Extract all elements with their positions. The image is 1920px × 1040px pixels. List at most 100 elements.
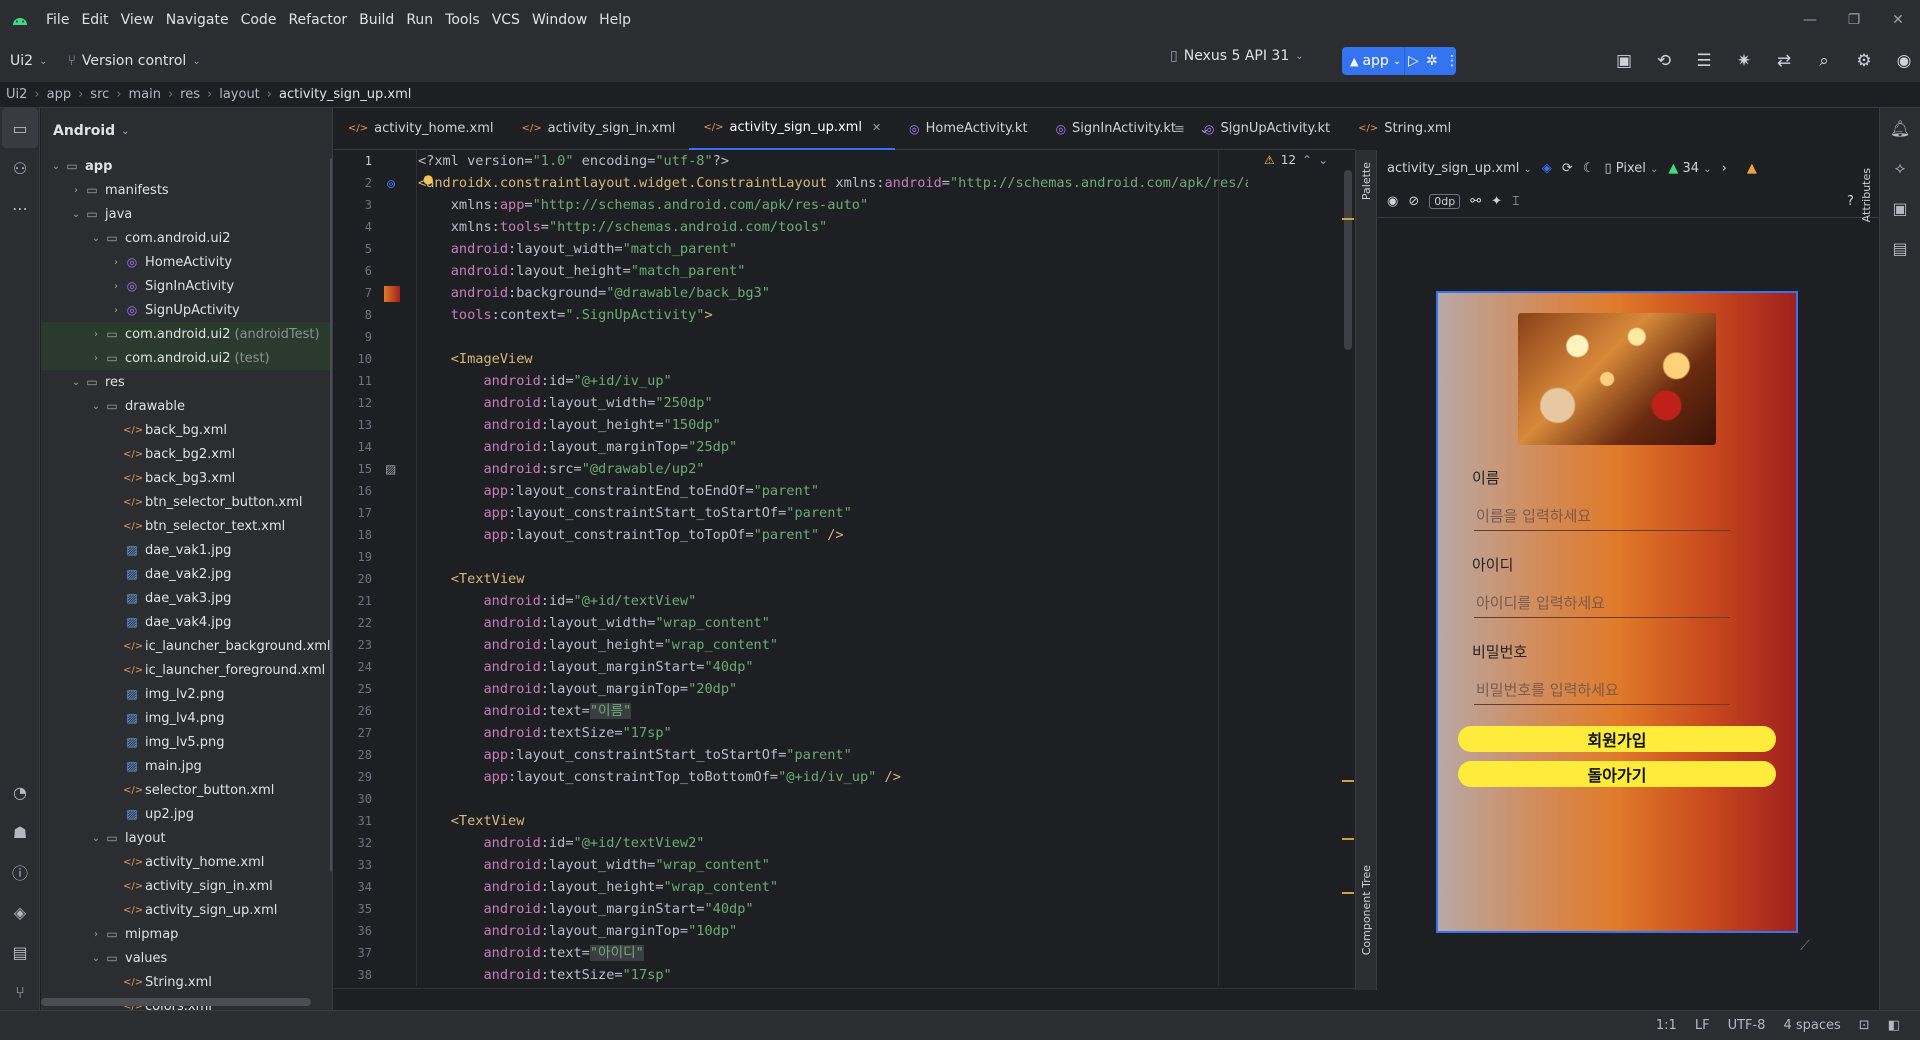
gemini-icon[interactable]: ⟡ [1880,148,1920,188]
notifications-icon[interactable]: 🔔︎ [1880,108,1920,148]
chevron-right-icon[interactable]: › [1722,161,1727,176]
more-tools-icon[interactable]: ⋯ [0,188,40,228]
phone-preview[interactable]: 이름 이름을 입력하세요 아이디 아이디를 입력하세요 비밀번호 비밀번호를 입… [1436,291,1798,933]
tree-item[interactable]: </> activity_sign_in.xml [41,874,332,898]
tree-item[interactable]: </> activity_home.xml [41,850,332,874]
tree-item[interactable]: ▨ dae_vak1.jpg [41,538,332,562]
tree-item[interactable]: ▨ dae_vak3.jpg [41,586,332,610]
editor-tab[interactable]: </> String.xml [1344,108,1465,150]
tree-item[interactable]: ▨ dae_vak2.jpg [41,562,332,586]
design-surface-icon[interactable]: ◈ [1542,161,1552,176]
breadcrumb-item[interactable]: Ui2 [6,87,27,102]
chevron-down-icon[interactable]: ⌄ [89,233,103,244]
name-field[interactable]: 이름을 입력하세요 [1474,501,1730,531]
indent-setting[interactable]: 4 spaces [1783,1018,1840,1033]
search-icon[interactable]: ⌕ [1804,51,1844,71]
tree-item[interactable]: › ▭ com.android.ui2 (test) [41,346,332,370]
more-actions-icon[interactable]: ⋮ [1445,53,1459,69]
close-window-icon[interactable]: ✕ [1876,0,1920,40]
tree-item[interactable]: </> String.xml [41,970,332,994]
default-margin-select[interactable]: 0dp [1429,193,1461,209]
chevron-right-icon[interactable]: › [89,353,103,364]
tree-item[interactable]: › ◎ SignInActivity [41,274,332,298]
editor-tab[interactable]: ◎ HomeActivity.kt [895,108,1041,150]
sync-icon[interactable]: ⇄ [1764,51,1804,71]
editor-scrollbar[interactable] [1344,170,1352,350]
chevron-up-icon[interactable]: ⌃ [1302,153,1312,167]
debug-icon[interactable]: ✲ [1426,53,1438,69]
chevron-right-icon[interactable]: › [89,329,103,340]
tree-item[interactable]: ▨ img_lv4.png [41,706,332,730]
logcat-icon[interactable]: ☗ [0,812,40,852]
problems-icon[interactable]: ⓘ [0,852,40,892]
tree-item[interactable]: › ◎ HomeActivity [41,250,332,274]
breadcrumb-item[interactable]: activity_sign_up.xml [279,87,411,102]
warning-icon[interactable]: ▲ [1747,161,1757,176]
guidelines-icon[interactable]: ⌶ [1512,194,1520,209]
tree-item[interactable]: ⌄ ▭ drawable [41,394,332,418]
scrollbar[interactable] [330,158,332,872]
back-button[interactable]: 돌아가기 [1458,761,1776,787]
warning-stripe[interactable] [1342,780,1354,782]
help-icon[interactable]: ? [1847,194,1854,209]
line-separator[interactable]: LF [1695,1018,1710,1033]
tree-item[interactable]: </> selector_button.xml [41,778,332,802]
api-level-select[interactable]: ▲ 34 ⌄ [1668,161,1711,176]
warning-stripe[interactable] [1342,218,1354,220]
layout-file-select[interactable]: activity_sign_up.xml ⌄ [1387,161,1532,176]
infer-constraints-icon[interactable]: ✦ [1491,194,1502,209]
warning-stripe[interactable] [1342,892,1354,894]
autoconnect-icon[interactable]: ⊘ [1408,194,1419,209]
chevron-down-icon[interactable]: ⌄ [1318,153,1328,167]
gutter-layout-icon[interactable]: ⊚ [386,177,396,191]
password-field[interactable]: 비밀번호를 입력하세요 [1474,675,1730,705]
tree-item[interactable]: › ▭ manifests [41,178,332,202]
tree-item[interactable]: ⌄ ▭ res [41,370,332,394]
apply-changes-icon[interactable]: ⟲ [1644,51,1684,71]
chevron-right-icon[interactable]: › [109,281,123,292]
recent-files-icon[interactable]: ≡ [1174,122,1185,137]
menu-window[interactable]: Window [526,12,593,28]
device-preview-select[interactable]: ▯ Pixel ⌄ [1604,161,1658,176]
tree-item[interactable]: › ▭ com.android.ui2 (androidTest) [41,322,332,346]
breadcrumb-item[interactable]: layout [219,87,260,102]
attributes-tab[interactable]: Attributes [1860,168,1873,222]
tree-item[interactable]: ⌄ ▭ app [41,154,332,178]
tree-item[interactable]: › ◎ SignUpActivity [41,298,332,322]
tree-item[interactable]: </> ic_launcher_foreground.xml [41,658,332,682]
restore-icon[interactable]: ❐ [1832,0,1876,40]
tree-item[interactable]: </> activity_sign_up.xml [41,898,332,922]
chevron-down-icon[interactable]: ⌄ [49,161,63,172]
menu-file[interactable]: File [40,12,75,28]
night-mode-icon[interactable]: ☾ [1583,161,1595,176]
caret-position[interactable]: 1:1 [1656,1018,1677,1033]
breadcrumb-item[interactable]: src [90,87,109,102]
close-tab-icon[interactable]: ✕ [872,121,881,134]
menu-run[interactable]: Run [400,12,439,28]
chevron-down-icon[interactable]: ⌄ [89,833,103,844]
menu-help[interactable]: Help [593,12,637,28]
run-configuration-selector[interactable]: ▲ app ⌄ ▷ ✲ ⋮ [1342,47,1459,75]
device-manager-icon[interactable]: ▣ [1880,188,1920,228]
tree-item[interactable]: ▨ dae_vak4.jpg [41,610,332,634]
menu-build[interactable]: Build [353,12,400,28]
color-swatch-icon[interactable] [384,286,400,302]
tree-item[interactable]: ▨ img_lv2.png [41,682,332,706]
project-view-selector[interactable]: Android ⌄ [41,108,332,154]
warning-stripe[interactable] [1342,838,1354,840]
more-icon[interactable]: ⋮ [1224,122,1237,137]
version-control-selector[interactable]: ⑂ Version control ⌄ [57,53,210,69]
account-icon[interactable]: ◉ [1884,51,1920,71]
tree-item[interactable]: › ▭ mipmap [41,922,332,946]
horizontal-scrollbar[interactable] [41,998,311,1006]
chevron-down-icon[interactable]: ⌄ [69,377,83,388]
lock-icon[interactable]: ⊡ [1859,1018,1870,1033]
editor-tab[interactable]: </> activity_sign_up.xml ✕ [689,108,896,150]
orientation-icon[interactable]: ⟳ [1562,161,1573,176]
signup-button[interactable]: 회원가입 [1458,726,1776,752]
tree-item[interactable]: ⌄ ▭ values [41,946,332,970]
chevron-down-icon[interactable]: ⌄ [89,953,103,964]
chevron-down-icon[interactable]: ⌄ [1199,122,1210,137]
minimize-icon[interactable]: — [1788,0,1832,40]
tree-item[interactable]: ▨ main.jpg [41,754,332,778]
